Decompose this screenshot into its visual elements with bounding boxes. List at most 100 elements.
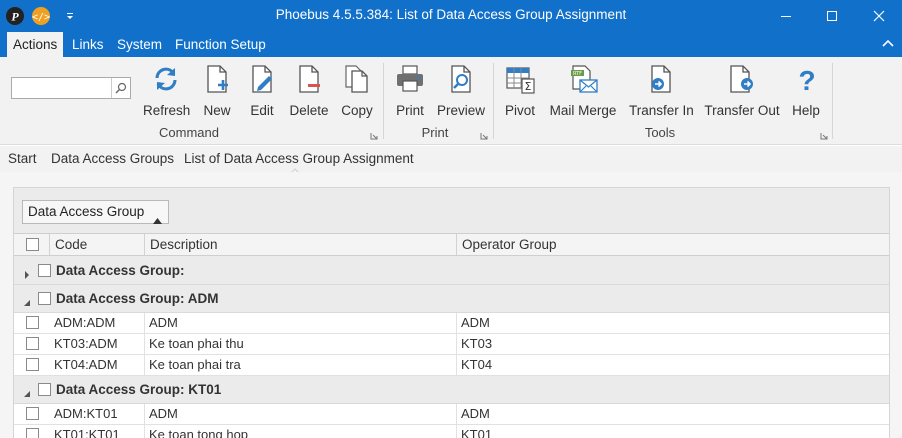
menu-actions[interactable]: Actions: [7, 32, 64, 57]
sort-ascending-icon[interactable]: [153, 209, 162, 224]
cell-code: KT04:ADM: [54, 357, 118, 372]
column-header-code[interactable]: Code: [49, 234, 144, 255]
mail-merge-icon: RTF: [567, 63, 599, 95]
transfer-out-button[interactable]: Transfer Out: [703, 63, 781, 119]
row-checkbox[interactable]: [26, 428, 39, 438]
group-by-chip[interactable]: Data Access Group: [22, 200, 169, 224]
refresh-button[interactable]: Refresh: [143, 63, 190, 119]
table-row[interactable]: KT04:ADM Ke toan phai tra KT04: [14, 355, 889, 376]
cell-operator-group: KT04: [461, 357, 493, 372]
transfer-in-icon: [645, 63, 677, 95]
printer-icon: [394, 63, 426, 95]
collapse-arrow-icon[interactable]: [23, 386, 31, 397]
collapse-ribbon-icon[interactable]: [880, 36, 896, 52]
transfer-out-label: Transfer Out: [704, 103, 780, 118]
cell-description: Ke toan phai thu: [149, 336, 244, 351]
menu-bar: Actions Links System Function Setup: [0, 32, 902, 57]
search-input[interactable]: [12, 78, 110, 98]
select-all-checkbox[interactable]: [26, 238, 39, 251]
group-row[interactable]: Data Access Group: ADM: [14, 285, 889, 313]
table-row[interactable]: KT03:ADM Ke toan phai thu KT03: [14, 334, 889, 355]
cell-code: KT01:KT01: [54, 427, 120, 438]
menu-function-setup[interactable]: Function Setup: [169, 32, 272, 57]
cell-description: ADM: [149, 315, 178, 330]
cell-operator-group: ADM: [461, 406, 490, 421]
search-field[interactable]: [11, 77, 131, 99]
help-icon: ?: [791, 63, 823, 96]
breadcrumb-data-access-groups[interactable]: Data Access Groups: [51, 151, 174, 166]
row-checkbox[interactable]: [26, 337, 39, 350]
delete-button[interactable]: Delete: [289, 63, 329, 119]
group-label-tools: Tools: [644, 125, 676, 140]
close-icon[interactable]: [856, 0, 902, 32]
row-checkbox[interactable]: [26, 316, 39, 329]
pivot-label: Pivot: [504, 103, 535, 118]
group-label: Data Access Group: KT01: [56, 382, 222, 397]
new-document-icon: [201, 63, 233, 95]
group-row[interactable]: Data Access Group:: [14, 257, 889, 285]
help-button[interactable]: ? Help: [791, 63, 821, 119]
pivot-table-icon: Σ: [504, 63, 536, 95]
maximize-icon[interactable]: [809, 0, 855, 32]
new-button[interactable]: New: [200, 63, 234, 119]
preview-label: Preview: [437, 103, 486, 118]
row-checkbox[interactable]: [26, 407, 39, 420]
menu-system[interactable]: System: [111, 32, 168, 57]
tools-dialog-launcher-icon[interactable]: [820, 128, 828, 140]
breadcrumb-start[interactable]: Start: [8, 151, 37, 166]
cell-operator-group: ADM: [461, 315, 490, 330]
ribbon: Refresh New Edit Delete Copy Command Pri…: [0, 57, 902, 145]
cell-description: Ke toan tong hop: [149, 427, 249, 438]
print-preview-icon: [445, 63, 477, 95]
edit-label: Edit: [250, 103, 274, 118]
copy-button[interactable]: Copy: [339, 63, 375, 119]
group-label: Data Access Group:: [56, 263, 185, 278]
row-checkbox[interactable]: [26, 358, 39, 371]
preview-button[interactable]: Preview: [437, 63, 485, 119]
group-label-print: Print: [421, 125, 449, 140]
help-label: Help: [792, 103, 820, 118]
grid-header: Code Description Operator Group: [14, 233, 889, 256]
group-row[interactable]: Data Access Group: KT01: [14, 376, 889, 404]
group-checkbox[interactable]: [38, 292, 51, 305]
print-button[interactable]: Print: [393, 63, 427, 119]
svg-text:Σ: Σ: [525, 80, 532, 93]
cell-description: Ke toan phai tra: [149, 357, 241, 372]
group-label: Data Access Group: ADM: [56, 291, 219, 306]
refresh-icon: [150, 63, 182, 95]
breadcrumb: Start Data Access Groups List of Data Ac…: [0, 146, 902, 177]
ribbon-separator: [832, 63, 833, 139]
new-label: New: [203, 103, 231, 118]
ribbon-separator: [383, 63, 384, 139]
transfer-in-label: Transfer In: [629, 103, 694, 118]
column-header-description[interactable]: Description: [144, 234, 456, 255]
edit-button[interactable]: Edit: [245, 63, 279, 119]
table-row[interactable]: ADM:ADM ADM ADM: [14, 313, 889, 334]
transfer-out-icon: [726, 63, 758, 95]
table-row[interactable]: ADM:KT01 ADM ADM: [14, 404, 889, 425]
minimize-icon[interactable]: [763, 0, 809, 32]
transfer-in-button[interactable]: Transfer In: [629, 63, 694, 119]
column-header-operator-group[interactable]: Operator Group: [456, 234, 889, 255]
print-dialog-launcher-icon[interactable]: [480, 128, 488, 140]
group-checkbox[interactable]: [38, 383, 51, 396]
group-checkbox[interactable]: [38, 264, 51, 277]
mail-merge-button[interactable]: RTF Mail Merge: [547, 63, 619, 119]
menu-links[interactable]: Links: [66, 32, 110, 57]
copy-icon: [341, 63, 373, 95]
pivot-button[interactable]: Σ Pivot: [503, 63, 537, 119]
expand-arrow-icon[interactable]: [23, 267, 31, 279]
group-label-command: Command: [159, 125, 219, 140]
delete-label: Delete: [289, 103, 329, 118]
svg-text:RTF: RTF: [573, 71, 582, 77]
delete-document-icon: [293, 63, 325, 95]
table-row[interactable]: KT01:KT01 Ke toan tong hop KT01: [14, 425, 889, 438]
search-icon[interactable]: [111, 78, 130, 98]
cell-code: ADM:KT01: [54, 406, 118, 421]
cell-operator-group: KT01: [461, 427, 493, 438]
mail-merge-label: Mail Merge: [549, 103, 617, 118]
assignment-grid: Data Access Group Code Description Opera…: [13, 187, 890, 438]
ribbon-separator: [493, 63, 494, 139]
collapse-arrow-icon[interactable]: [23, 295, 31, 306]
command-dialog-launcher-icon[interactable]: [370, 128, 378, 140]
